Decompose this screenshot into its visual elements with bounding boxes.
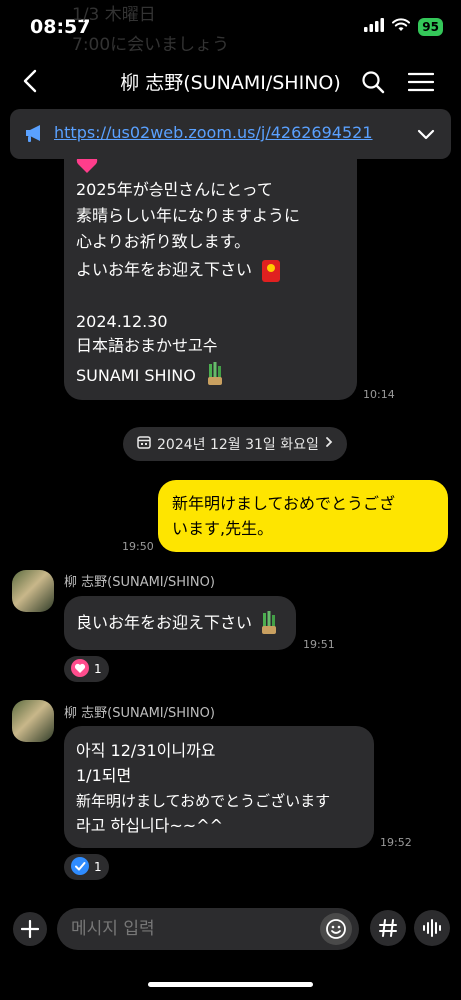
message-line: 라고 하십니다~~^^ — [76, 816, 224, 835]
red-envelope-emoji — [262, 260, 280, 282]
battery-indicator: 95 — [418, 17, 443, 36]
date-divider[interactable]: 2024년 12월 31일 화요일 — [123, 427, 347, 461]
hashtag-button[interactable] — [370, 910, 406, 946]
plus-icon — [21, 920, 39, 938]
reaction-badge[interactable]: 1 — [64, 656, 109, 682]
message-line: SUNAMI SHINO — [76, 366, 196, 385]
voice-button[interactable] — [414, 910, 450, 946]
emoji-button[interactable] — [320, 913, 352, 945]
message-bubble[interactable]: 良いお年をお迎え下さい — [64, 596, 296, 650]
my-message-bubble[interactable]: 新年明けましておめでとうござ います,先生。 — [158, 480, 448, 552]
message-bubble[interactable]: 2025年が승민さんにとって 素晴らしい年になりますように 心よりお祈り致します… — [64, 120, 357, 400]
chevron-down-icon[interactable] — [417, 126, 435, 145]
sender-name: 柳 志野(SUNAMI/SHINO) — [64, 706, 215, 721]
date-label: 2024년 12월 31일 화요일 — [157, 437, 319, 453]
calendar-icon — [137, 435, 151, 453]
wifi-icon — [392, 17, 411, 36]
hamburger-icon — [408, 72, 434, 92]
message-line: 2024.12.30 — [76, 312, 168, 331]
message-line: 心よりお祈り致します。 — [76, 232, 251, 251]
reaction-count: 1 — [94, 662, 102, 676]
hash-icon — [379, 919, 397, 937]
message-line: 新年明けましておめでとうござ — [172, 494, 396, 513]
message-line: 2025年が승민さんにとって — [76, 180, 273, 199]
search-button[interactable] — [359, 68, 387, 96]
message-line: 아직 12/31이니까요 — [76, 741, 216, 760]
home-indicator — [148, 982, 313, 987]
message-input[interactable] — [57, 908, 359, 950]
message-text: 良いお年をお迎え下さい — [76, 613, 253, 632]
avatar[interactable] — [12, 700, 54, 742]
kadomatsu-emoji — [260, 611, 278, 639]
message-line: います,先生。 — [172, 519, 274, 538]
heart-reaction-icon — [71, 658, 89, 680]
search-icon — [362, 71, 385, 94]
sender-name: 柳 志野(SUNAMI/SHINO) — [64, 575, 215, 590]
chevron-right-icon — [325, 436, 333, 452]
cellular-icon — [364, 17, 385, 36]
message-bubble[interactable]: 아직 12/31이니까요 1/1되면 新年明けましておめでとうございます 라고 … — [64, 726, 374, 848]
background-text: 1/3 木曜日 — [72, 5, 156, 25]
smiley-icon — [326, 919, 346, 939]
message-line: よいお年をお迎え下さい — [76, 260, 253, 279]
megaphone-icon — [24, 123, 46, 147]
message-time: 19:51 — [303, 638, 335, 651]
message-line: 1/1되면 — [76, 766, 132, 785]
message-time: 19:52 — [380, 836, 412, 849]
avatar[interactable] — [12, 570, 54, 612]
message-time: 19:50 — [122, 540, 154, 553]
menu-button[interactable] — [406, 68, 436, 96]
message-line: 新年明けましておめでとうございます — [76, 792, 331, 810]
waveform-icon — [423, 919, 441, 937]
pinned-notice[interactable]: https://us02web.zoom.us/j/4262694521 — [10, 109, 451, 159]
background-text: 7:00に会いましょう — [72, 35, 230, 55]
status-icons: 95 — [364, 17, 443, 36]
reaction-count: 1 — [94, 860, 102, 874]
message-line: 素晴らしい年になりますように — [76, 206, 301, 225]
reaction-badge[interactable]: 1 — [64, 854, 109, 880]
kadomatsu-emoji — [206, 362, 224, 390]
message-time: 10:14 — [363, 388, 395, 401]
notice-link[interactable]: https://us02web.zoom.us/j/4262694521 — [54, 123, 373, 142]
check-reaction-icon — [71, 856, 89, 878]
chat-title: 柳 志野(SUNAMI/SHINO) — [120, 72, 341, 94]
message-line: 日本語おまかせ고수 — [76, 336, 218, 355]
add-button[interactable] — [13, 912, 47, 946]
